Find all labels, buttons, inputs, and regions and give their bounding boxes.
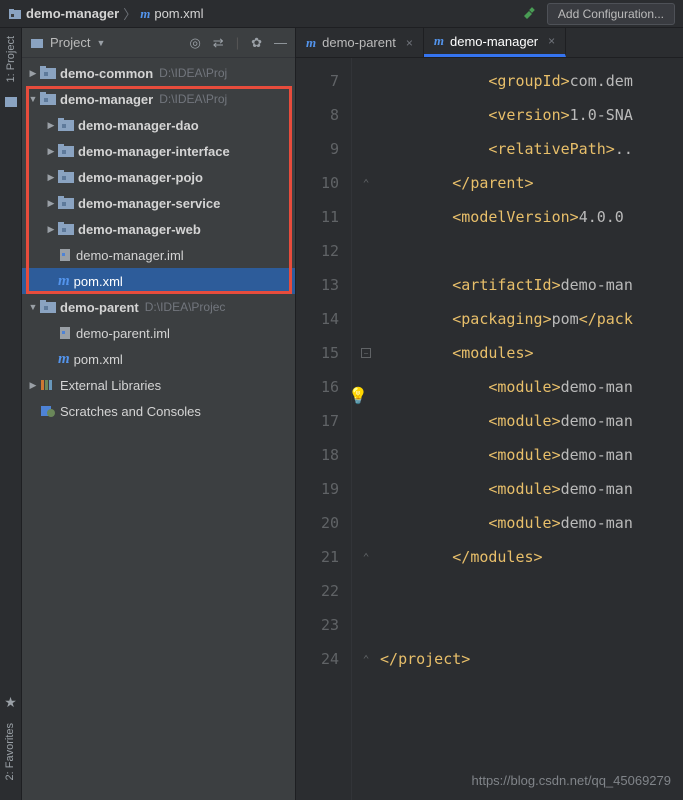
lib-icon [40, 378, 56, 392]
project-view-selector[interactable]: Project ▼ [30, 35, 105, 50]
project-sidebar: Project ▼ ◎ ⇄ | ✿ — ▶ demo-common D:\IDEA\… [22, 28, 296, 800]
expand-arrow-icon[interactable]: ▶ [26, 380, 40, 391]
tree-item-demo-manager-iml[interactable]: demo-manager.iml [22, 242, 295, 268]
tree-item-demo-manager-pojo[interactable]: ▶ demo-manager-pojo [22, 164, 295, 190]
expand-arrow-icon[interactable]: ▶ [26, 68, 40, 79]
tree-item-demo-parent-pom[interactable]: m pom.xml [22, 346, 295, 372]
tree-item-label: demo-manager-pojo [78, 170, 203, 185]
expand-arrow-icon[interactable]: ▶ [44, 120, 58, 131]
fold-column[interactable]: ⌃ − ⌃ ⌃ [352, 58, 380, 800]
editor-tab[interactable]: m demo-parent × [296, 28, 424, 57]
folder-icon [8, 7, 22, 21]
folder-module-icon [40, 66, 56, 80]
folder-module-icon [40, 92, 56, 106]
project-rail-icon [3, 94, 19, 110]
gear-icon[interactable]: ✿ [251, 35, 262, 51]
code-content[interactable]: <groupId>com.dem <version>1.0-SNA <relat… [380, 58, 683, 800]
scratch-icon [40, 404, 56, 418]
line-gutter[interactable]: 789101112131415161718192021222324 [296, 58, 352, 800]
tool-window-bar: 1: Project ★ 2: Favorites [0, 28, 22, 800]
editor-tabs: m demo-parent × m demo-manager × [296, 28, 683, 58]
tree-item-label: demo-manager.iml [76, 248, 184, 263]
target-icon[interactable]: ◎ [189, 35, 200, 51]
expand-arrow-icon[interactable]: ▼ [26, 302, 40, 312]
tree-item-hint: D:\IDEA\Proj [159, 92, 227, 106]
fold-down-icon[interactable]: − [361, 348, 371, 358]
tree-item-demo-manager-dao[interactable]: ▶ demo-manager-dao [22, 112, 295, 138]
divider-icon: | [236, 35, 239, 51]
minimize-icon[interactable]: — [274, 35, 287, 51]
tree-item-scratches[interactable]: Scratches and Consoles [22, 398, 295, 424]
folder-module-icon [58, 118, 74, 132]
breadcrumb-bar: demo-manager 〉 m pom.xml Add Configurati… [0, 0, 683, 28]
m-icon: m [58, 273, 70, 290]
tree-item-label: pom.xml [74, 352, 123, 367]
fold-up-icon[interactable]: ⌃ [363, 653, 370, 666]
tree-item-label: demo-manager-dao [78, 118, 199, 133]
tree-item-demo-manager-pom[interactable]: m pom.xml [22, 268, 295, 294]
favorites-tool-tab[interactable]: 2: Favorites [4, 715, 16, 788]
editor-tab[interactable]: m demo-manager × [424, 28, 566, 57]
fold-up-icon[interactable]: ⌃ [363, 177, 370, 190]
tree-item-label: demo-parent [60, 300, 139, 315]
breadcrumb-file[interactable]: pom.xml [154, 6, 203, 21]
expand-arrow-icon[interactable]: ▶ [44, 146, 58, 157]
star-icon: ★ [4, 694, 17, 711]
intention-bulb-icon[interactable]: 💡 [348, 386, 368, 405]
close-icon[interactable]: × [406, 36, 413, 50]
watermark: https://blog.csdn.net/qq_45069279 [472, 773, 672, 788]
iml-icon [58, 248, 72, 262]
expand-arrow-icon[interactable]: ▶ [44, 224, 58, 235]
expand-arrow-icon[interactable]: ▶ [44, 198, 58, 209]
tab-label: demo-manager [450, 34, 538, 49]
tree-item-demo-parent[interactable]: ▼ demo-parent D:\IDEA\Projec [22, 294, 295, 320]
tree-item-label: demo-parent.iml [76, 326, 170, 341]
maven-icon: m [306, 35, 316, 51]
build-icon[interactable] [521, 6, 537, 22]
tree-item-label: demo-manager-service [78, 196, 220, 211]
expand-arrow-icon[interactable]: ▶ [44, 172, 58, 183]
maven-icon: m [140, 6, 150, 22]
tree-item-demo-manager-service[interactable]: ▶ demo-manager-service [22, 190, 295, 216]
close-icon[interactable]: × [548, 34, 555, 48]
tree-item-label: External Libraries [60, 378, 161, 393]
tree-item-label: demo-manager-web [78, 222, 201, 237]
folder-module-icon [40, 300, 56, 314]
tree-item-label: demo-manager-interface [78, 144, 230, 159]
expand-arrow-icon[interactable]: ▼ [26, 94, 40, 104]
maven-icon: m [434, 33, 444, 49]
tree-item-demo-parent-iml[interactable]: demo-parent.iml [22, 320, 295, 346]
folder-module-icon [58, 170, 74, 184]
breadcrumb[interactable]: demo-manager 〉 m pom.xml [8, 4, 203, 23]
editor: m demo-parent × m demo-manager × 789101112131… [296, 28, 683, 800]
folder-module-icon [58, 196, 74, 210]
folder-module-icon [58, 222, 74, 236]
fold-up-icon[interactable]: ⌃ [363, 551, 370, 564]
tree-item-label: pom.xml [74, 274, 123, 289]
expand-icon[interactable]: ⇄ [213, 35, 224, 51]
tab-label: demo-parent [322, 35, 396, 50]
tree-item-ext-lib[interactable]: ▶ External Libraries [22, 372, 295, 398]
project-tree[interactable]: ▶ demo-common D:\IDEA\Proj ▼ demo-manager D:\… [22, 58, 295, 800]
tree-item-demo-common[interactable]: ▶ demo-common D:\IDEA\Proj [22, 60, 295, 86]
add-configuration-button[interactable]: Add Configuration... [547, 3, 675, 25]
project-view-label: Project [50, 35, 90, 50]
tree-item-demo-manager[interactable]: ▼ demo-manager D:\IDEA\Proj [22, 86, 295, 112]
tree-item-hint: D:\IDEA\Projec [145, 300, 226, 314]
tree-item-demo-manager-web[interactable]: ▶ demo-manager-web [22, 216, 295, 242]
breadcrumb-sep: 〉 [123, 4, 136, 23]
project-tool-tab[interactable]: 1: Project [5, 28, 17, 90]
m-icon: m [58, 351, 70, 368]
tree-item-label: demo-common [60, 66, 153, 81]
tree-item-hint: D:\IDEA\Proj [159, 66, 227, 80]
tree-item-label: demo-manager [60, 92, 153, 107]
iml-icon [58, 326, 72, 340]
folder-module-icon [58, 144, 74, 158]
tree-item-demo-manager-interface[interactable]: ▶ demo-manager-interface [22, 138, 295, 164]
breadcrumb-root[interactable]: demo-manager [26, 6, 119, 21]
tree-item-label: Scratches and Consoles [60, 404, 201, 419]
